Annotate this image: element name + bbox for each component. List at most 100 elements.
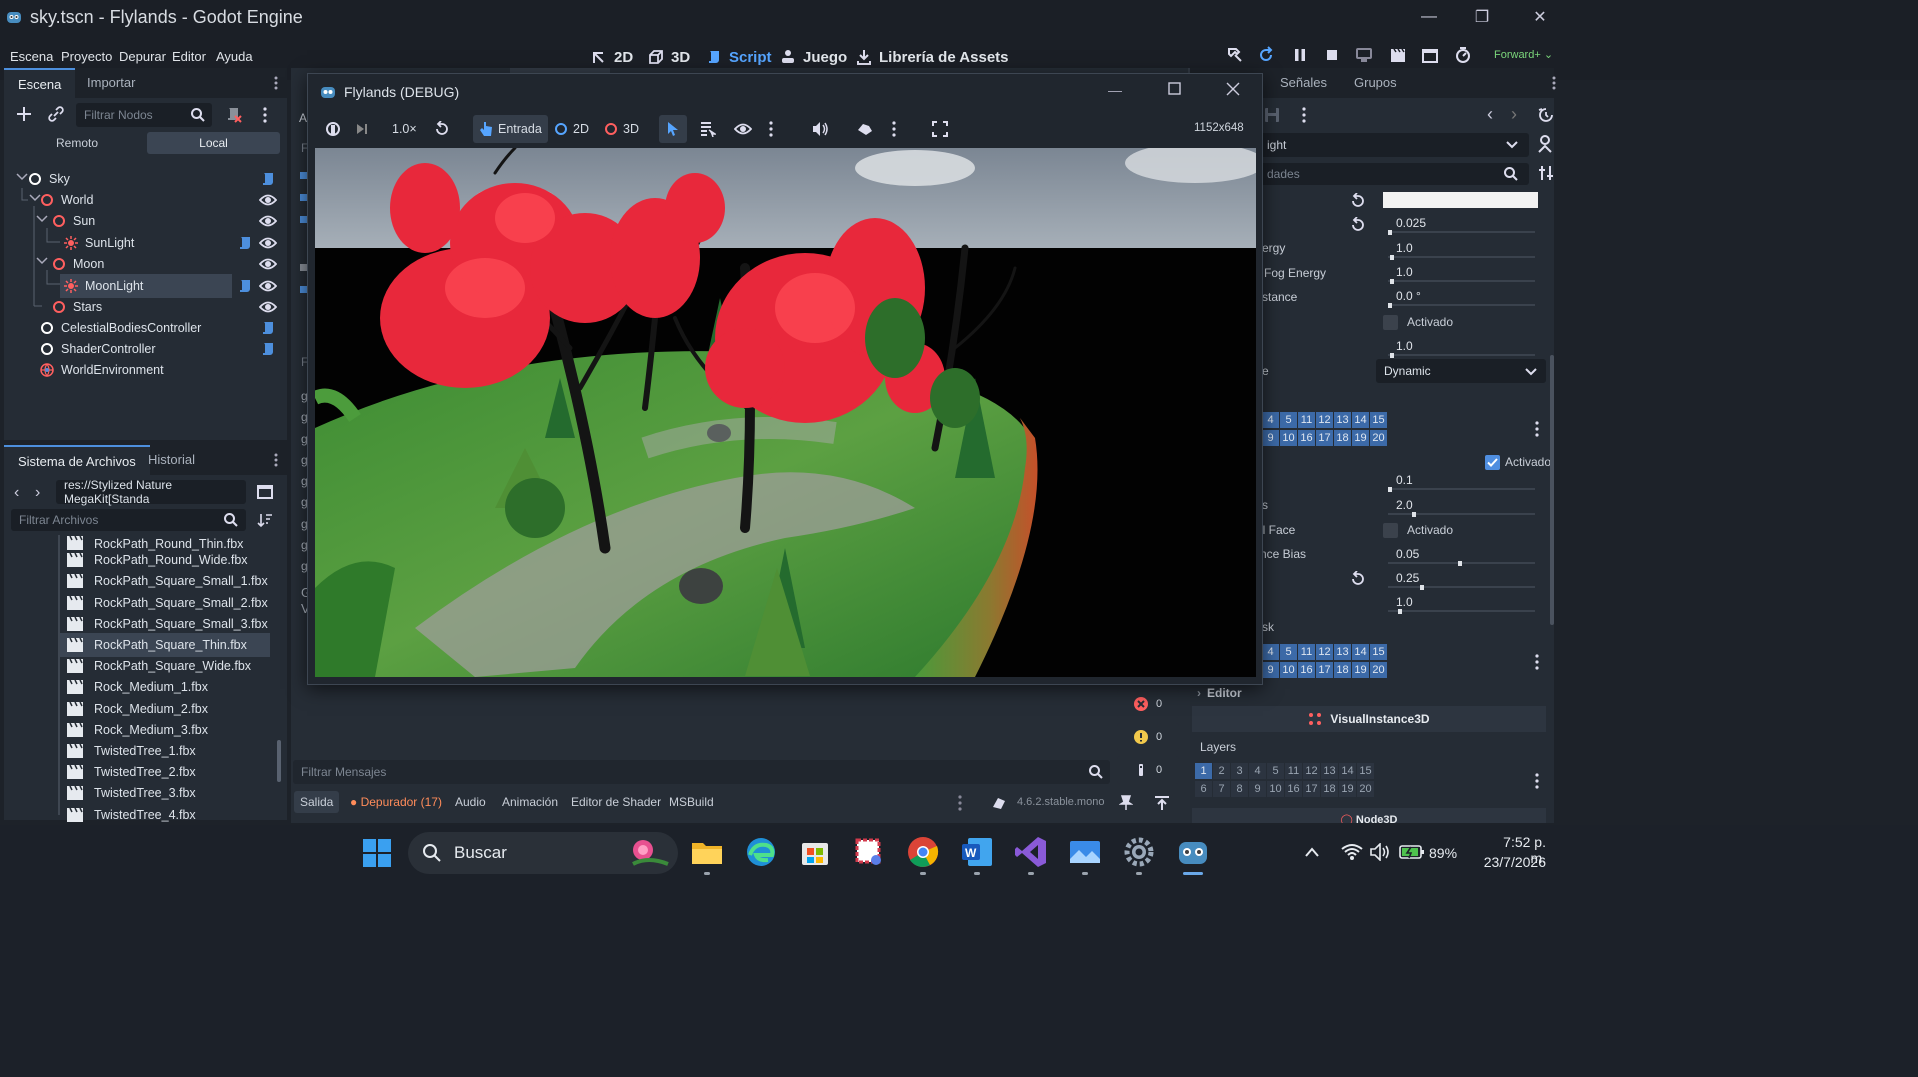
tree-node-world-environment[interactable]: WorldEnvironment (40, 358, 164, 382)
tab-debugger[interactable]: ● Depurador (17) (344, 791, 448, 813)
game-close-button[interactable] (1226, 82, 1240, 96)
tab-animation[interactable]: Animación (496, 791, 564, 813)
layer-cell[interactable]: 12 (1316, 412, 1333, 428)
tab-history[interactable]: Historial (134, 445, 209, 475)
dock-menu-icon[interactable] (274, 76, 278, 90)
speaker-icon[interactable] (806, 115, 836, 143)
pause-icon[interactable] (1291, 46, 1313, 68)
shadow-blur-slider[interactable]: 1.0 (1380, 592, 1535, 614)
filter-messages-input[interactable]: Filtrar Mensajes (293, 760, 1110, 784)
angular-distance-slider[interactable]: 0.0 ° (1380, 286, 1535, 308)
script-icon[interactable] (260, 341, 276, 357)
script-icon[interactable] (260, 171, 276, 187)
godot-taskbar-icon[interactable] (1174, 833, 1212, 871)
sort-icon[interactable] (257, 512, 273, 528)
movie-clapper-icon[interactable] (1389, 46, 1411, 68)
detach-script-icon[interactable] (225, 106, 243, 124)
scene-options-icon[interactable] (263, 107, 267, 123)
layer-cell[interactable]: 13 (1321, 763, 1338, 779)
add-node-icon[interactable] (16, 106, 32, 122)
menu-proyecto[interactable]: Proyecto (61, 49, 112, 64)
fog-energy-slider[interactable]: 1.0 (1380, 262, 1535, 284)
visibility-eye-icon[interactable] (259, 279, 277, 293)
game-maximize-button[interactable] (1168, 82, 1181, 95)
file-list-scrollbar[interactable] (277, 740, 281, 782)
reload-icon[interactable] (1257, 46, 1279, 68)
workspace-3d-button[interactable]: 3D (648, 43, 690, 71)
suspend-icon[interactable] (318, 115, 348, 143)
tab-audio[interactable]: Audio (449, 791, 492, 813)
camera-override-icon[interactable] (850, 115, 880, 143)
editor-section-header[interactable]: › Editor (1197, 682, 1242, 704)
layer-cell[interactable]: 4 (1262, 412, 1279, 428)
dock-menu-icon[interactable] (1552, 76, 1556, 90)
layer-cell[interactable]: 16 (1285, 781, 1302, 797)
tab-scene[interactable]: Escena (4, 68, 76, 98)
layer-cell[interactable]: 10 (1280, 430, 1297, 446)
renderer-selector[interactable]: Forward+ ⌄ (1494, 48, 1553, 61)
file-item[interactable]: TwistedTree_4.fbx (60, 803, 270, 827)
visibility-eye-icon[interactable] (259, 300, 277, 314)
play-scene-icon[interactable] (1421, 46, 1443, 68)
tab-msbuild[interactable]: MSBuild (663, 791, 720, 813)
layer-cell[interactable]: 5 (1267, 763, 1284, 779)
object-tools-icon[interactable] (1537, 135, 1553, 153)
menu-depurar[interactable]: Depurar (119, 49, 166, 64)
error-counter[interactable]: 0 (1117, 690, 1179, 718)
split-view-icon[interactable] (257, 484, 273, 500)
edge-browser-icon[interactable] (742, 833, 780, 871)
layer-cell[interactable]: 8 (1231, 781, 1248, 797)
battery-charging-icon[interactable] (1399, 843, 1425, 861)
layer-cell[interactable]: 13 (1334, 412, 1351, 428)
layers-menu-icon[interactable] (1535, 773, 1539, 789)
layer-cell[interactable]: 20 (1357, 781, 1374, 797)
chevron-up-icon[interactable] (1304, 846, 1320, 858)
layer-cell[interactable]: 12 (1316, 644, 1333, 660)
tab-signals[interactable]: Señales (1266, 68, 1341, 98)
layer-cell[interactable]: 14 (1339, 763, 1356, 779)
layer-cell[interactable]: 18 (1321, 781, 1338, 797)
layer-cell[interactable]: 3 (1231, 763, 1248, 779)
transmittance-bias-slider[interactable]: 0.05 (1380, 544, 1535, 566)
toolbar-menu-icon[interactable] (769, 121, 773, 137)
camera-menu-icon[interactable] (892, 121, 896, 137)
layer-cell[interactable]: 9 (1262, 662, 1279, 678)
layers-menu-icon[interactable] (1535, 654, 1539, 670)
tab-groups[interactable]: Grupos (1340, 68, 1411, 98)
indirect-energy-slider[interactable]: 1.0 (1380, 238, 1535, 260)
layer-cell[interactable]: 4 (1249, 763, 1266, 779)
script-icon[interactable] (260, 320, 276, 336)
settings-gear-icon[interactable] (1120, 833, 1158, 871)
layer-cell[interactable]: 15 (1370, 412, 1387, 428)
history-forward-icon[interactable]: › (1511, 104, 1517, 125)
layer-cell[interactable]: 19 (1352, 430, 1369, 446)
nav-forward-icon[interactable]: › (35, 484, 40, 502)
layer-cell[interactable]: 19 (1352, 662, 1369, 678)
layer-cell[interactable]: 18 (1334, 662, 1351, 678)
tree-node-moon[interactable]: Moon (52, 252, 104, 276)
layer-cell[interactable]: 20 (1370, 662, 1387, 678)
checkbox[interactable] (1383, 522, 1398, 538)
profiler-icon[interactable] (1454, 46, 1476, 68)
history-icon[interactable] (1538, 107, 1554, 123)
tree-node-sun[interactable]: Sun (52, 209, 95, 233)
path-field[interactable]: res://Stylized Nature MegaKit[Standa (56, 478, 246, 506)
layer-cell[interactable]: 17 (1316, 662, 1333, 678)
layer-cell[interactable]: 14 (1352, 412, 1369, 428)
workspace-script-button[interactable]: Script (706, 43, 772, 71)
visual-instance-section[interactable]: VisualInstance3D (1192, 706, 1546, 732)
light-energy-slider[interactable]: 0.025 (1380, 213, 1535, 235)
script-icon[interactable] (237, 235, 253, 251)
layer-cell[interactable]: 15 (1370, 644, 1387, 660)
game-viewport[interactable] (315, 148, 1256, 677)
select-arrow-icon[interactable] (659, 115, 687, 143)
next-frame-icon[interactable] (348, 115, 376, 143)
menu-escena[interactable]: Escena (10, 49, 53, 64)
layer-cell[interactable]: 2 (1213, 763, 1230, 779)
layer-cell[interactable]: 10 (1267, 781, 1284, 797)
revert-icon[interactable] (1350, 217, 1366, 233)
mode-2d-button[interactable]: 2D (548, 115, 595, 143)
tab-shader-editor[interactable]: Editor de Shader (565, 791, 667, 813)
input-mode-button[interactable]: Entrada (473, 115, 548, 143)
shadow-normal-bias-slider[interactable]: 2.0 (1380, 495, 1535, 517)
